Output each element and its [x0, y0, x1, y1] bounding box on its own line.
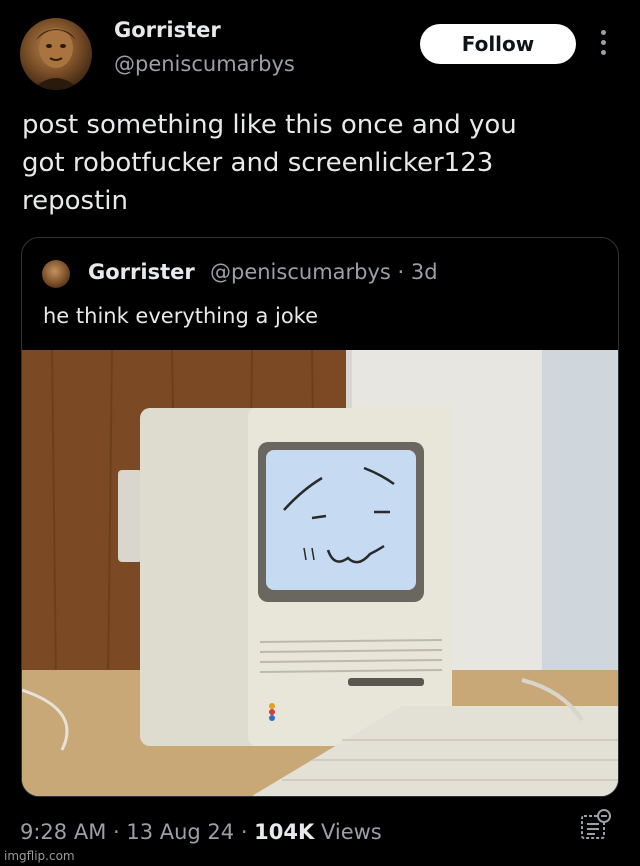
- author-name[interactable]: Gorrister: [114, 18, 221, 42]
- post-text-line: got robotfucker and screenlicker123: [22, 148, 494, 178]
- quoted-author-avatar: [42, 260, 70, 288]
- author-avatar[interactable]: [20, 18, 92, 90]
- analytics-icon[interactable]: [578, 808, 612, 842]
- post-time-date[interactable]: 9:28 AM · 13 Aug 24 ·: [20, 820, 254, 844]
- more-options-icon[interactable]: [596, 30, 610, 62]
- views-count: 104K: [254, 820, 315, 844]
- post-text-line: post something like this once and you: [22, 110, 517, 140]
- quoted-post-image[interactable]: [22, 350, 618, 796]
- quoted-author-name: Gorrister: [88, 260, 195, 284]
- quoted-author-meta: @peniscumarbys · 3d: [210, 260, 438, 284]
- follow-button[interactable]: Follow: [420, 24, 576, 64]
- watermark: imgflip.com: [4, 849, 75, 863]
- post-metadata: 9:28 AM · 13 Aug 24 · 104K Views: [20, 820, 382, 844]
- post-text-line: repostin: [22, 186, 128, 216]
- author-handle[interactable]: @peniscumarbys: [114, 52, 295, 76]
- quoted-post[interactable]: Gorrister @peniscumarbys · 3d he think e…: [21, 237, 619, 797]
- post-text: post something like this once and you go…: [22, 106, 612, 220]
- quoted-post-text: he think everything a joke: [43, 304, 319, 328]
- views-label: Views: [314, 820, 382, 844]
